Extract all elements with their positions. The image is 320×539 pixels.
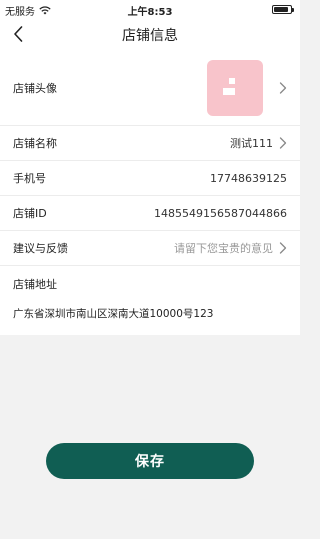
battery-icon [272,5,294,14]
store-name-label: 店铺名称 [13,137,57,150]
store-name-value: 测试111 [230,137,273,150]
page-title: 店铺信息 [122,28,178,44]
feedback-right: 请留下您宝贵的意见 [174,240,287,256]
avatar-shape-bottom [223,87,235,95]
address-section[interactable]: 店铺地址 广东省深圳市南山区深南大道10000号123 [0,266,300,335]
store-id-right: 1485549156587044866 [154,207,287,220]
phone-right: 17748639125 [210,172,287,185]
store-avatar[interactable] [207,59,263,116]
chevron-right-icon [279,81,287,94]
chevron-right-icon [279,242,287,254]
nav-bar: 店铺信息 [0,18,300,50]
store-id-row: 店铺ID 1485549156587044866 [0,196,300,231]
back-button[interactable] [8,24,28,44]
battery-level [274,7,289,12]
avatar-shape-top [229,77,235,84]
avatar-row[interactable]: 店铺头像 [0,50,300,126]
feedback-row[interactable]: 建议与反馈 请留下您宝贵的意见 [0,231,300,266]
phone-row: 手机号 17748639125 [0,161,300,196]
store-name-right: 测试111 [230,135,287,151]
chevron-left-icon [14,26,23,42]
phone-label: 手机号 [13,172,46,185]
feedback-placeholder: 请留下您宝贵的意见 [174,242,273,255]
store-info-list: 店铺头像 店铺名称 测试111 手机号 17748639125 店铺ID 148… [0,50,300,335]
save-button[interactable]: 保存 [46,443,254,479]
address-value: 广东省深圳市南山区深南大道10000号123 [13,308,214,320]
address-label: 店铺地址 [13,278,57,291]
store-name-row[interactable]: 店铺名称 测试111 [0,126,300,161]
status-time: 上午8:53 [127,7,173,18]
feedback-label: 建议与反馈 [13,242,68,255]
avatar-label: 店铺头像 [13,81,57,95]
phone-value: 17748639125 [210,171,287,185]
avatar-row-right [207,59,287,116]
chevron-right-icon [279,137,287,149]
store-id-value: 1485549156587044866 [154,206,287,220]
status-bar: 无服务 上午8:53 [0,0,300,18]
store-id-label: 店铺ID [13,207,47,220]
